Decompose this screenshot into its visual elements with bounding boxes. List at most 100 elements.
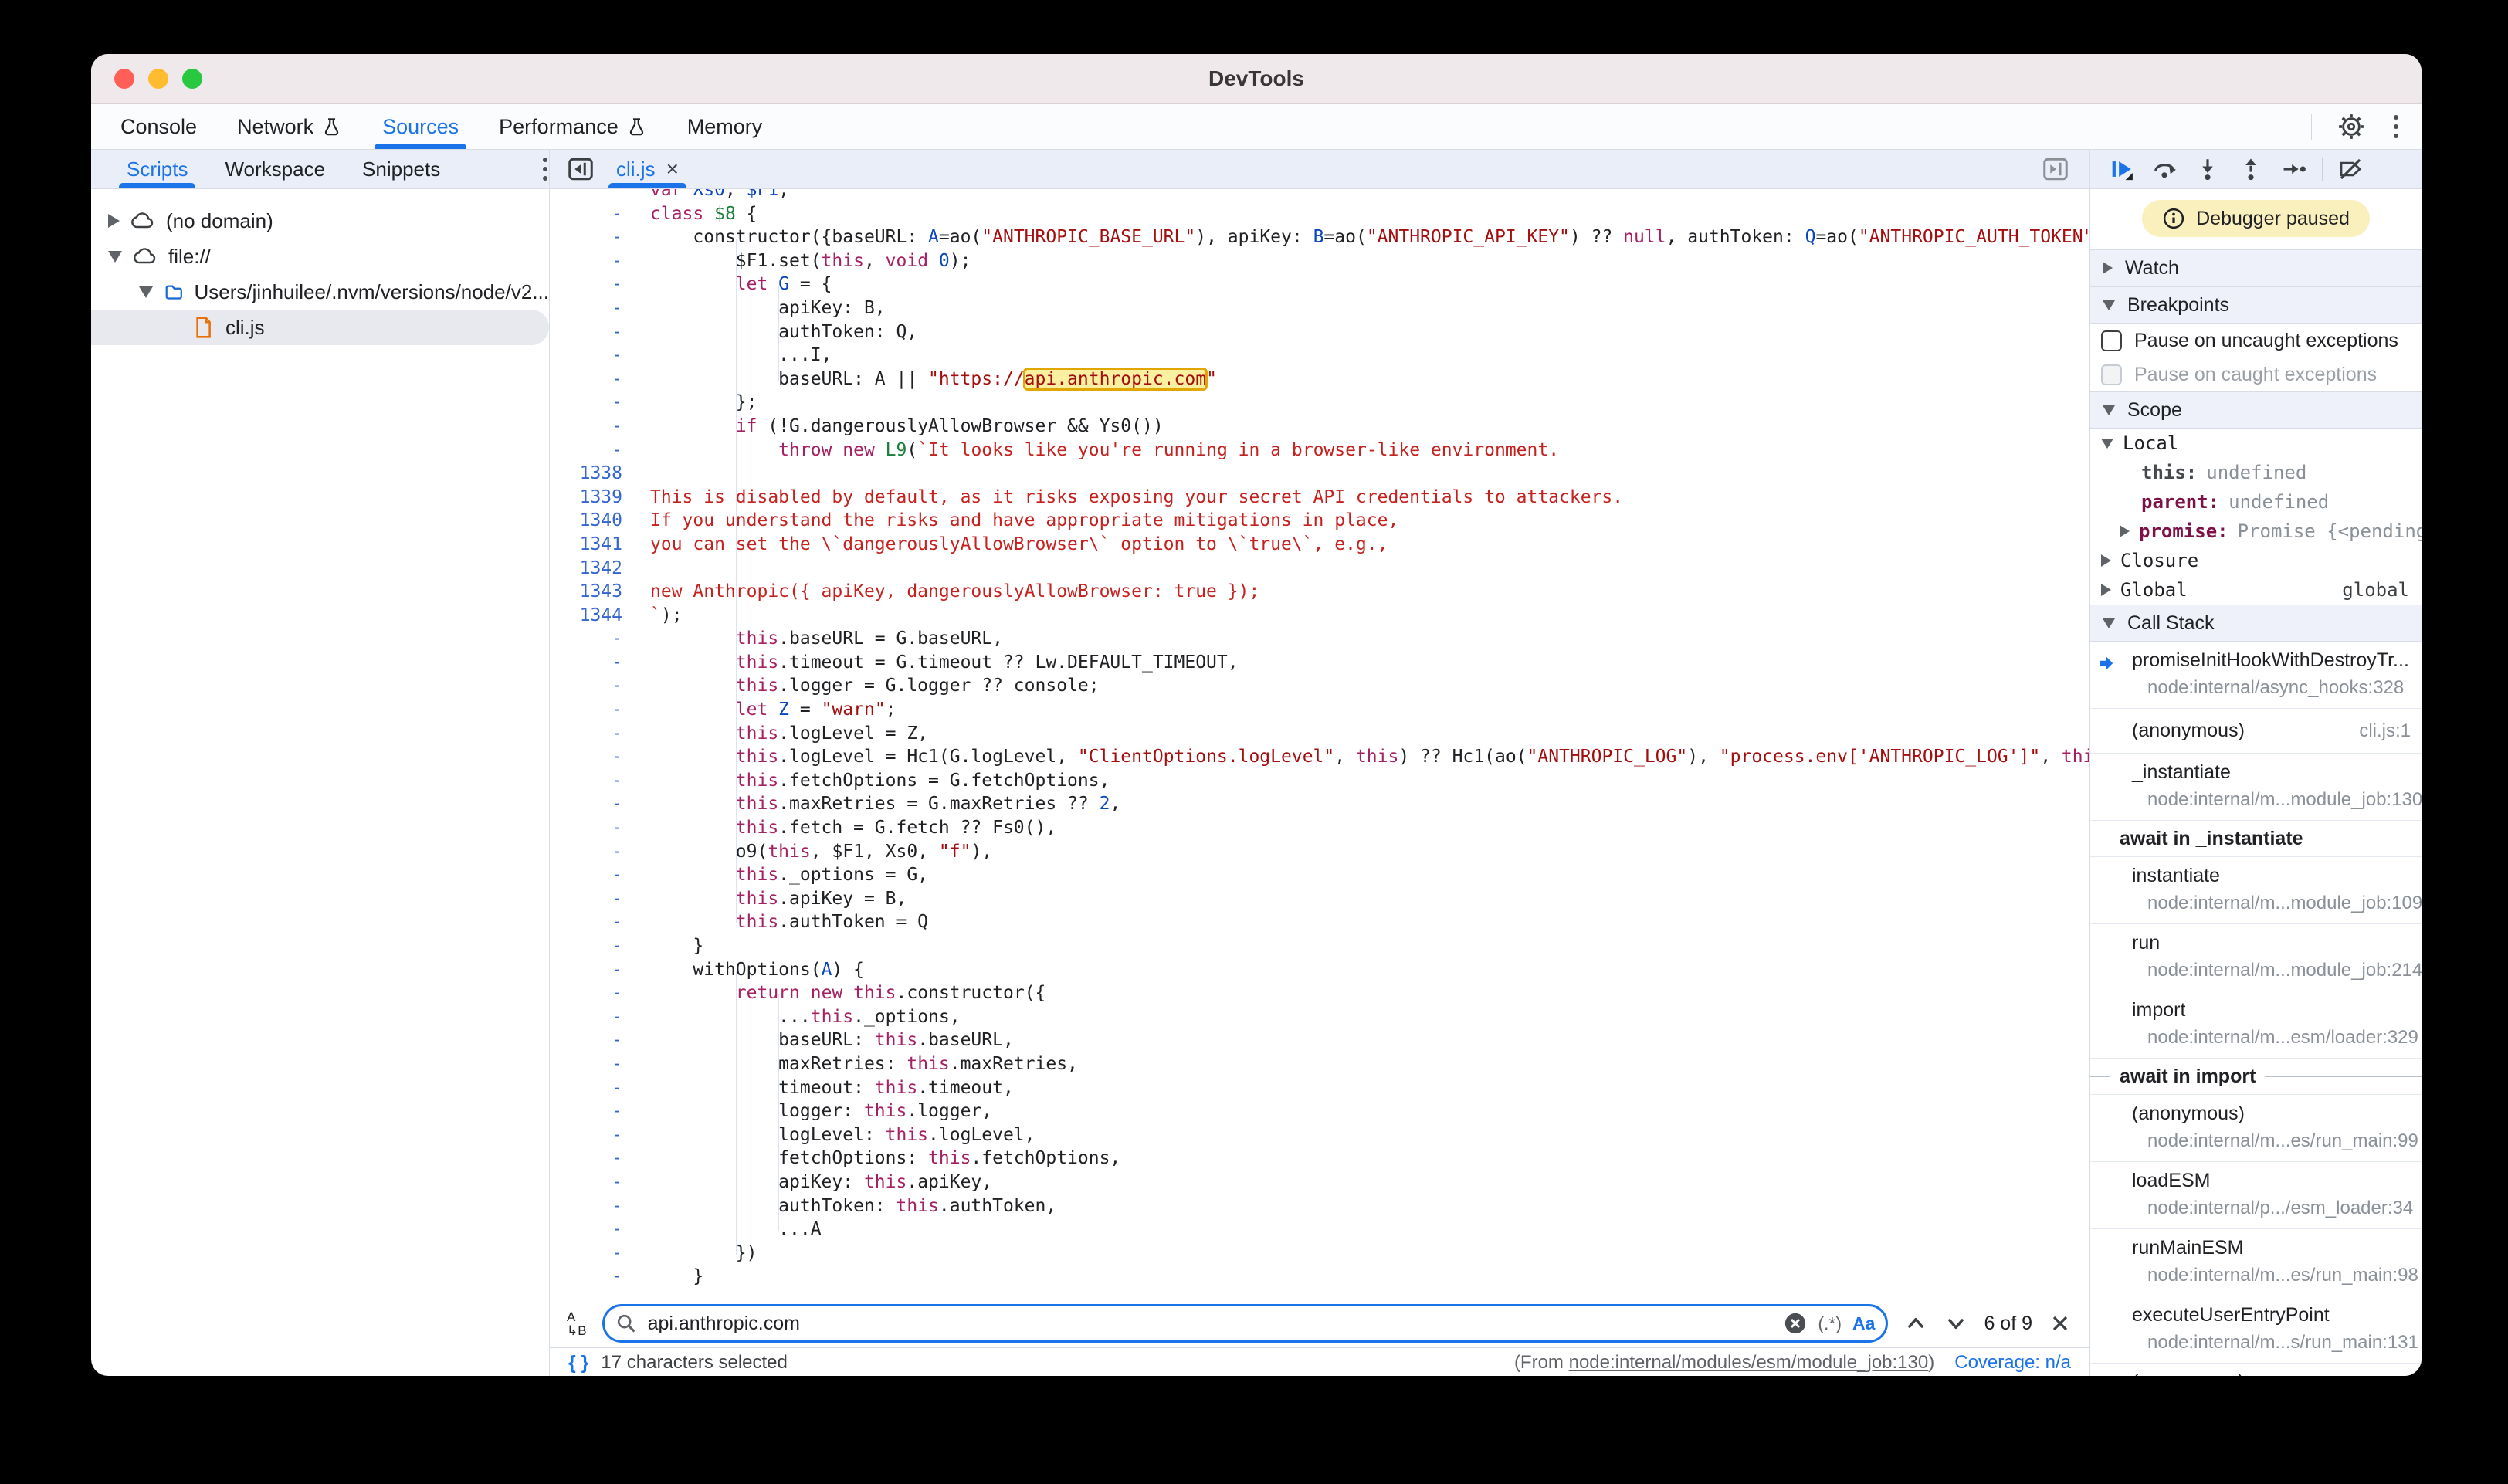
code-line[interactable]: - $F1.set(this, void 0); (550, 249, 2089, 273)
callstack-frame[interactable]: (anonymous)cli.js:1 (2090, 709, 2422, 754)
tab-sources[interactable]: Sources (362, 104, 479, 149)
code-line[interactable]: - baseURL: this.baseURL, (550, 1028, 2089, 1052)
close-find-bar-icon[interactable] (2048, 1311, 2072, 1336)
disclosure-down-icon[interactable] (2101, 439, 2113, 449)
line-number[interactable]: - (550, 769, 639, 793)
line-number[interactable]: - (550, 273, 639, 296)
code-line[interactable]: var Xs0, $F1; (550, 189, 2089, 202)
code-line[interactable]: - this.fetch = G.fetch ?? Fs0(), (550, 816, 2089, 840)
code-line[interactable]: - ...this._options, (550, 1005, 2089, 1029)
callstack-frame[interactable]: loadESMnode:internal/p.../esm_loader:34 (2090, 1162, 2422, 1229)
tree-item-cli-js[interactable]: cli.js (91, 310, 549, 345)
tab-performance[interactable]: Performance (479, 104, 667, 149)
resume-script-icon[interactable] (2100, 152, 2143, 186)
callstack-frame[interactable]: (anonymous)node:internal/m...es/run_main… (2090, 1095, 2422, 1162)
code-line[interactable]: - let G = { (550, 273, 2089, 296)
callstack-frame[interactable]: executeUserEntryPointnode:internal/m...s… (2090, 1296, 2422, 1364)
deactivate-breakpoints-icon[interactable] (2329, 152, 2372, 186)
scope-row-this[interactable]: this:undefined (2090, 458, 2422, 487)
code-line[interactable]: 1339This is disabled by default, as it r… (550, 486, 2089, 510)
line-number[interactable]: - (550, 1242, 639, 1265)
code-line[interactable]: - this.fetchOptions = G.fetchOptions, (550, 769, 2089, 793)
line-number[interactable]: 1340 (550, 509, 639, 533)
line-number[interactable]: - (550, 439, 639, 462)
line-number[interactable]: - (550, 934, 639, 958)
pretty-print-icon[interactable]: { } (568, 1352, 588, 1374)
navigator-tab-workspace[interactable]: Workspace (206, 150, 344, 188)
tab-network[interactable]: Network (217, 104, 362, 149)
section-watch[interactable]: Watch (2090, 249, 2422, 286)
step-into-icon[interactable] (2186, 152, 2229, 186)
coverage-link[interactable]: Coverage: n/a (1954, 1352, 2071, 1374)
source-editor[interactable]: var Xs0, $F1;-class $8 {- constructor({b… (550, 189, 2089, 1299)
line-number[interactable]: - (550, 792, 639, 816)
callstack-frame[interactable]: promiseInitHookWithDestroyTr...node:inte… (2090, 642, 2422, 709)
line-number[interactable]: 1343 (550, 580, 639, 604)
code-line[interactable]: - authToken: this.authToken, (550, 1194, 2089, 1218)
zoom-window-button[interactable] (182, 69, 202, 89)
code-line[interactable]: - fetchOptions: this.fetchOptions, (550, 1147, 2089, 1171)
scope-row-closure[interactable]: Closure (2090, 546, 2422, 575)
line-number[interactable]: - (550, 391, 639, 415)
line-number[interactable]: - (550, 320, 639, 344)
code-line[interactable]: - this.baseURL = G.baseURL, (550, 627, 2089, 651)
line-number[interactable]: - (550, 1147, 639, 1171)
line-number[interactable]: - (550, 1005, 639, 1029)
callstack-frame[interactable]: _instantiatenode:internal/m...module_job… (2090, 754, 2422, 821)
line-number[interactable]: - (550, 1265, 639, 1289)
collapse-navigator-icon[interactable] (561, 152, 601, 186)
more-options-icon[interactable] (2391, 112, 2401, 141)
code-line[interactable]: - withOptions(A) { (550, 958, 2089, 982)
code-line[interactable]: - ...I, (550, 344, 2089, 368)
line-number[interactable]: - (550, 674, 639, 698)
code-line[interactable]: - this.logger = G.logger ?? console; (550, 674, 2089, 698)
code-line[interactable]: - }; (550, 391, 2089, 415)
disclosure-down-icon[interactable] (108, 251, 122, 263)
code-line[interactable]: - this._options = G, (550, 863, 2089, 887)
scope-row-promise[interactable]: promise:Promise {<pending>} (2090, 517, 2422, 546)
code-line[interactable]: - this.authToken = Q (550, 910, 2089, 934)
replace-toggle-icon[interactable]: A↳B (567, 1310, 587, 1337)
navigator-more-icon[interactable] (540, 154, 550, 184)
code-line[interactable]: - ...A (550, 1218, 2089, 1242)
close-window-button[interactable] (114, 69, 134, 89)
checkbox-caught[interactable] (2101, 364, 2122, 385)
line-number[interactable]: - (550, 368, 639, 391)
line-number[interactable]: - (550, 344, 639, 368)
line-number[interactable]: 1341 (550, 533, 639, 557)
line-number[interactable]: - (550, 415, 639, 439)
previous-match-icon[interactable] (1903, 1311, 1928, 1336)
code-line[interactable]: - logger: this.logger, (550, 1099, 2089, 1123)
section-scope[interactable]: Scope (2090, 391, 2422, 429)
code-line[interactable]: 1343new Anthropic({ apiKey, dangerouslyA… (550, 580, 2089, 604)
code-line[interactable]: 1340If you understand the risks and have… (550, 509, 2089, 533)
line-number[interactable]: - (550, 651, 639, 675)
code-line[interactable]: - baseURL: A || "https://api.anthropic.c… (550, 368, 2089, 391)
scope-row-global[interactable]: Globalglobal (2090, 575, 2422, 605)
disclosure-right-icon[interactable] (2101, 584, 2111, 596)
section-callstack[interactable]: Call Stack (2090, 605, 2422, 642)
code-line[interactable]: - timeout: this.timeout, (550, 1076, 2089, 1100)
search-input[interactable]: api.anthropic.com (.*) Aa (602, 1304, 1889, 1343)
minimize-window-button[interactable] (148, 69, 168, 89)
line-number[interactable]: - (550, 958, 639, 982)
pause-caught-row[interactable]: Pause on caught exceptions (2090, 357, 2422, 391)
scope-row-local[interactable]: Local (2090, 429, 2422, 458)
code-line[interactable]: - logLevel: this.logLevel, (550, 1123, 2089, 1147)
code-line[interactable]: - throw new L9(`It looks like you're run… (550, 439, 2089, 462)
code-line[interactable]: - apiKey: B, (550, 296, 2089, 320)
callstack-frame[interactable]: importnode:internal/m...esm/loader:329 (2090, 991, 2422, 1059)
line-number[interactable]: - (550, 1194, 639, 1218)
tree-item-users-jinhuilee-nvm-versions-node-v2-[interactable]: Users/jinhuilee/.nvm/versions/node/v2... (91, 274, 549, 310)
line-number[interactable]: - (550, 249, 639, 273)
line-number[interactable]: - (550, 722, 639, 746)
step-over-icon[interactable] (2143, 152, 2186, 186)
code-line[interactable]: - }) (550, 1242, 2089, 1265)
pause-uncaught-row[interactable]: Pause on uncaught exceptions (2090, 324, 2422, 357)
line-number[interactable]: - (550, 840, 639, 864)
disclosure-right-icon[interactable] (2101, 554, 2111, 567)
code-line[interactable]: - constructor({baseURL: A=ao("ANTHROPIC_… (550, 225, 2089, 249)
line-number[interactable]: 1338 (550, 462, 639, 486)
code-line[interactable]: -class $8 { (550, 202, 2089, 226)
code-line[interactable]: - o9(this, $F1, Xs0, "f"), (550, 840, 2089, 864)
